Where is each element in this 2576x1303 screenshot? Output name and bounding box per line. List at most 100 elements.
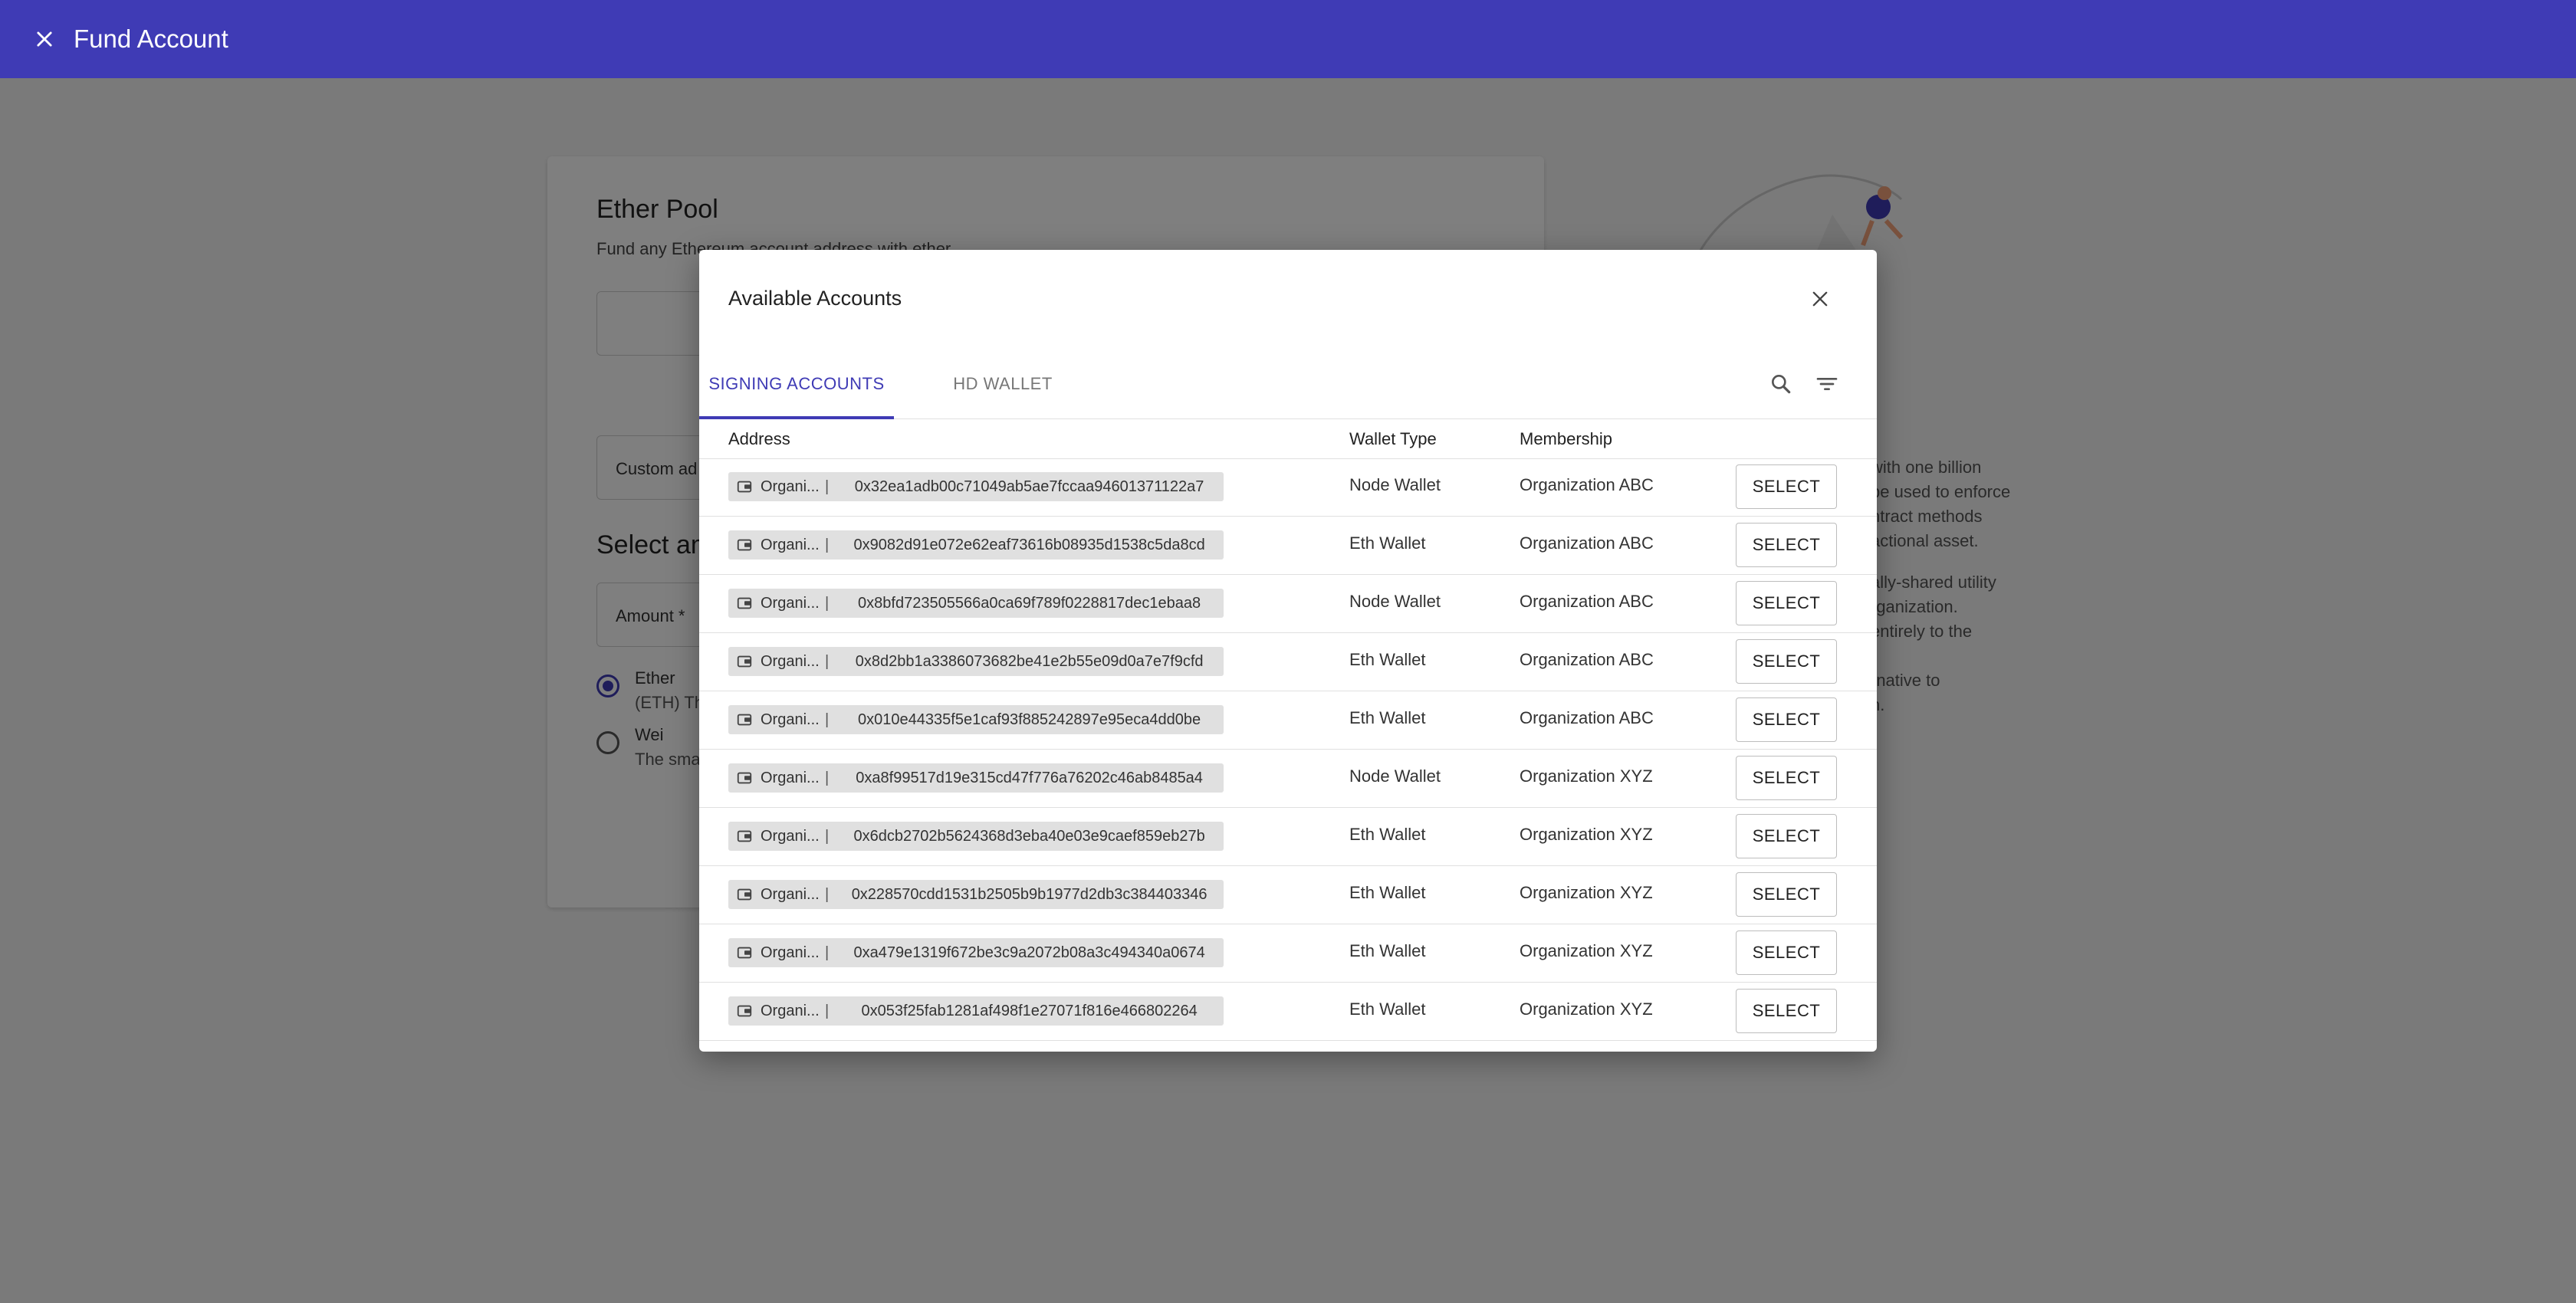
close-icon[interactable] [29, 24, 60, 54]
wallet-icon [734, 710, 754, 730]
wallet-icon [734, 768, 754, 788]
column-address[interactable]: Address [728, 420, 790, 458]
account-address: 0x053f25fab1281af498f1e27071f816e4668022… [861, 1002, 1198, 1019]
table-row: Organi... | 0x053f25fab1281af498f1e27071… [699, 983, 1877, 1041]
separator: | [825, 536, 830, 553]
membership: Organization ABC [1520, 475, 1654, 494]
wallet-icon [734, 826, 754, 846]
wallet-type: Eth Wallet [1349, 533, 1426, 553]
table-header: Address Wallet Type Membership [699, 420, 1877, 459]
wallet-icon [734, 943, 754, 963]
organization-abbrev: Organi... [761, 711, 819, 728]
address-chip: Organi... | 0x6dcb2702b5624368d3eba40e03… [728, 822, 1224, 851]
address-chip: Organi... | 0x32ea1adb00c71049ab5ae7fcca… [728, 472, 1224, 501]
select-button[interactable]: SELECT [1736, 989, 1837, 1033]
address-chip: Organi... | 0x9082d91e072e62eaf73616b089… [728, 530, 1224, 560]
select-button[interactable]: SELECT [1736, 872, 1837, 917]
wallet-icon [734, 535, 754, 555]
membership: Organization XYZ [1520, 883, 1653, 902]
tab-signing-accounts[interactable]: SIGNING ACCOUNTS [699, 350, 894, 419]
column-membership[interactable]: Membership [1520, 420, 1612, 458]
address-chip: Organi... | 0x053f25fab1281af498f1e27071… [728, 996, 1224, 1026]
table-row: Organi... | 0x228570cdd1531b2505b9b1977d… [699, 866, 1877, 924]
wallet-type: Eth Wallet [1349, 999, 1426, 1019]
address-chip: Organi... | 0x8d2bb1a3386073682be41e2b55… [728, 647, 1224, 676]
select-button[interactable]: SELECT [1736, 581, 1837, 625]
organization-abbrev: Organi... [761, 944, 819, 961]
column-wallet-type[interactable]: Wallet Type [1349, 420, 1437, 458]
organization-abbrev: Organi... [761, 827, 819, 845]
account-address: 0x8bfd723505566a0ca69f789f0228817dec1eba… [858, 594, 1201, 612]
table-row: Organi... | 0xa479e1319f672be3c9a2072b08… [699, 924, 1877, 983]
membership: Organization ABC [1520, 533, 1654, 553]
organization-abbrev: Organi... [761, 536, 819, 553]
wallet-type: Eth Wallet [1349, 650, 1426, 669]
wallet-icon [734, 1001, 754, 1021]
tab-hd-wallet[interactable]: HD WALLET [894, 350, 1112, 418]
table-row: Organi... | 0x8bfd723505566a0ca69f789f02… [699, 575, 1877, 633]
separator: | [825, 711, 830, 728]
membership: Organization ABC [1520, 650, 1654, 669]
account-tabs: SIGNING ACCOUNTS HD WALLET [699, 350, 1877, 419]
select-button[interactable]: SELECT [1736, 523, 1837, 567]
wallet-type: Eth Wallet [1349, 883, 1426, 902]
table-row: Organi... | 0xa8f99517d19e315cd47f776a76… [699, 750, 1877, 808]
accounts-table-body: Organi... | 0x32ea1adb00c71049ab5ae7fcca… [699, 458, 1877, 1041]
table-row: Organi... | 0x6dcb2702b5624368d3eba40e03… [699, 808, 1877, 866]
account-address: 0xa479e1319f672be3c9a2072b08a3c494340a06… [853, 944, 1205, 961]
address-chip: Organi... | 0x010e44335f5e1caf93f8852428… [728, 705, 1224, 734]
select-button[interactable]: SELECT [1736, 756, 1837, 800]
separator: | [825, 652, 830, 670]
membership: Organization XYZ [1520, 825, 1653, 844]
organization-abbrev: Organi... [761, 769, 819, 786]
wallet-type: Node Wallet [1349, 766, 1441, 786]
select-button[interactable]: SELECT [1736, 639, 1837, 684]
separator: | [825, 827, 830, 845]
select-button[interactable]: SELECT [1736, 814, 1837, 858]
close-icon[interactable] [1803, 282, 1837, 316]
organization-abbrev: Organi... [761, 652, 819, 670]
address-chip: Organi... | 0xa8f99517d19e315cd47f776a76… [728, 763, 1224, 793]
organization-abbrev: Organi... [761, 594, 819, 612]
account-address: 0x8d2bb1a3386073682be41e2b55e09d0a7e7f9c… [855, 652, 1204, 670]
account-address: 0xa8f99517d19e315cd47f776a76202c46ab8485… [856, 769, 1203, 786]
select-button[interactable]: SELECT [1736, 930, 1837, 975]
membership: Organization ABC [1520, 708, 1654, 727]
table-row: Organi... | 0x010e44335f5e1caf93f8852428… [699, 691, 1877, 750]
table-row: Organi... | 0x9082d91e072e62eaf73616b089… [699, 517, 1877, 575]
separator: | [825, 594, 830, 612]
table-row: Organi... | 0x8d2bb1a3386073682be41e2b55… [699, 633, 1877, 691]
membership: Organization XYZ [1520, 941, 1653, 960]
membership: Organization XYZ [1520, 999, 1653, 1019]
organization-abbrev: Organi... [761, 885, 819, 903]
address-chip: Organi... | 0xa479e1319f672be3c9a2072b08… [728, 938, 1224, 967]
membership: Organization ABC [1520, 592, 1654, 611]
membership: Organization XYZ [1520, 766, 1653, 786]
separator: | [825, 1002, 830, 1019]
available-accounts-dialog: Available Accounts SIGNING ACCOUNTS HD W… [699, 250, 1877, 1052]
wallet-type: Eth Wallet [1349, 825, 1426, 844]
select-button[interactable]: SELECT [1736, 464, 1837, 509]
account-address: 0x010e44335f5e1caf93f885242897e95eca4dd0… [858, 711, 1201, 728]
separator: | [825, 944, 830, 961]
dialog-title: Available Accounts [728, 287, 902, 310]
app-bar: Fund Account [0, 0, 2576, 78]
wallet-icon [734, 477, 754, 497]
address-chip: Organi... | 0x8bfd723505566a0ca69f789f02… [728, 589, 1224, 618]
wallet-icon [734, 652, 754, 671]
wallet-type: Node Wallet [1349, 475, 1441, 494]
wallet-icon [734, 885, 754, 904]
search-icon[interactable] [1762, 365, 1800, 403]
filter-icon[interactable] [1808, 365, 1846, 403]
account-address: 0x6dcb2702b5624368d3eba40e03e9caef859eb2… [853, 827, 1205, 845]
separator: | [825, 885, 830, 903]
account-address: 0x228570cdd1531b2505b9b1977d2db3c3844033… [851, 885, 1208, 903]
page-title: Fund Account [74, 25, 228, 53]
table-row: Organi... | 0x32ea1adb00c71049ab5ae7fcca… [699, 458, 1877, 517]
account-address: 0x9082d91e072e62eaf73616b08935d1538c5da8… [853, 536, 1205, 553]
wallet-icon [734, 593, 754, 613]
wallet-type: Node Wallet [1349, 592, 1441, 611]
organization-abbrev: Organi... [761, 1002, 819, 1019]
separator: | [825, 478, 830, 495]
select-button[interactable]: SELECT [1736, 697, 1837, 742]
